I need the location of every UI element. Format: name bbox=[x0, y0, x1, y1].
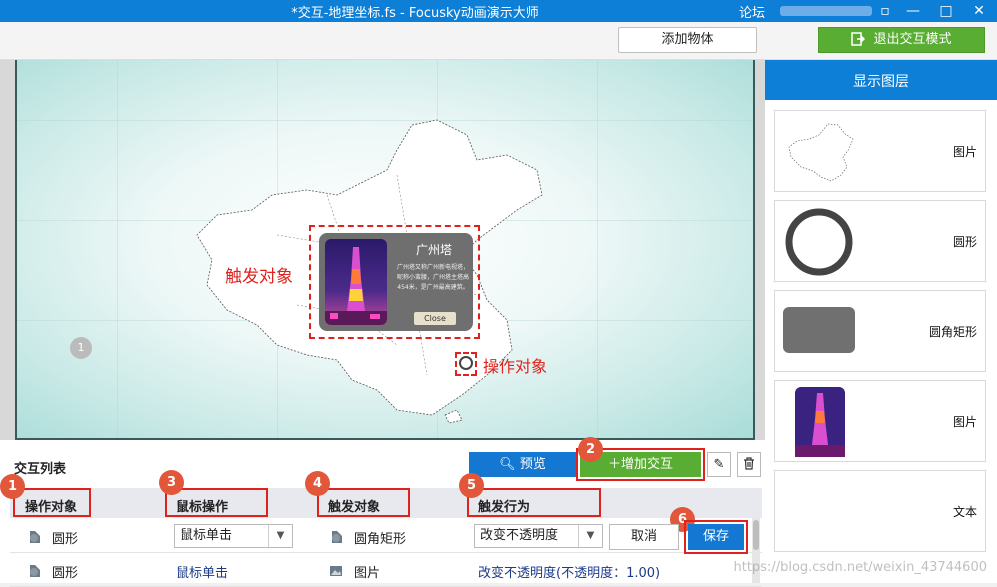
rounded-rect-popup[interactable]: 广州塔 广州塔又称广州新电视塔，昵称小蛮腰，广州塔主塔高454米，是广州最高建筑… bbox=[319, 233, 473, 331]
layer-name: 圆形 bbox=[953, 233, 977, 250]
canton-tower-image bbox=[325, 239, 387, 325]
edit-button[interactable]: ✎ bbox=[707, 452, 731, 477]
account-name-redacted[interactable] bbox=[780, 6, 872, 16]
popup-text: 广州塔又称广州新电视塔，昵称小蛮腰，广州塔主塔高454米，是广州最高建筑。 bbox=[395, 263, 471, 293]
layer-item[interactable]: 图片 bbox=[774, 110, 986, 192]
exit-icon bbox=[851, 32, 865, 46]
header-highlight bbox=[467, 488, 601, 517]
shape-icon bbox=[329, 530, 343, 544]
layers-list[interactable]: 图片 圆形 圆角矩形 图片 文本 bbox=[765, 100, 997, 583]
shape-icon bbox=[27, 530, 41, 544]
interaction-list-title: 交互列表 bbox=[14, 458, 66, 477]
step-badge: 5 bbox=[459, 473, 484, 498]
header-highlight bbox=[165, 488, 268, 517]
layer-name: 图片 bbox=[953, 143, 977, 160]
operation-object-value: 圆形 bbox=[52, 528, 78, 547]
layers-panel-title: 显示图层 bbox=[765, 60, 997, 100]
map-image-icon bbox=[783, 119, 863, 185]
watermark: https://blog.csdn.net/weixin_43744600 bbox=[733, 560, 987, 575]
mouse-action-select[interactable]: 鼠标单击 ▼ bbox=[174, 524, 293, 548]
cancel-button[interactable]: 取消 bbox=[609, 524, 679, 550]
page-number-badge[interactable]: 1 bbox=[70, 337, 92, 359]
pencil-icon: ✎ bbox=[714, 457, 725, 472]
add-object-button[interactable]: 添加物体 bbox=[618, 27, 757, 53]
trigger-object-label: 触发对象 bbox=[225, 262, 293, 287]
interaction-panel: 交互列表 🔍︎ 预览 ＋增加交互 ✎ 操作对象 鼠标操作 触发对象 触发行为 1… bbox=[0, 440, 765, 583]
scrollbar-thumb[interactable] bbox=[753, 520, 759, 550]
shape-icon bbox=[27, 564, 41, 578]
layer-item[interactable]: 圆角矩形 bbox=[774, 290, 986, 372]
close-button[interactable]: ✕ bbox=[970, 2, 988, 20]
popup-title: 广州塔 bbox=[399, 241, 469, 258]
trigger-behavior-select[interactable]: 改变不透明度 ▼ bbox=[474, 524, 603, 548]
canvas-area[interactable]: 广州塔 广州塔又称广州新电视塔，昵称小蛮腰，广州塔主塔高454米，是广州最高建筑… bbox=[0, 60, 765, 440]
layer-name: 圆角矩形 bbox=[929, 323, 977, 340]
restore-icon[interactable]: ▫ bbox=[876, 2, 894, 20]
title-bar: *交互-地理坐标.fs - Focusky动画演示大师 论坛 ▫ — □ ✕ bbox=[0, 0, 997, 22]
mouse-action-value: 鼠标单击 bbox=[180, 528, 232, 543]
circle-icon bbox=[783, 206, 855, 278]
header-highlight bbox=[13, 488, 91, 517]
exit-interaction-mode-button[interactable]: 退出交互模式 bbox=[818, 27, 985, 53]
layer-name: 图片 bbox=[953, 413, 977, 430]
slide-stage[interactable]: 广州塔 广州塔又称广州新电视塔，昵称小蛮腰，广州塔主塔高454米，是广州最高建筑… bbox=[15, 60, 755, 440]
window-title: *交互-地理坐标.fs - Focusky动画演示大师 bbox=[0, 2, 830, 21]
trash-icon bbox=[743, 457, 755, 470]
popup-close-button[interactable]: Close bbox=[414, 312, 456, 325]
step-badge: 4 bbox=[305, 471, 330, 496]
chevron-down-icon: ▼ bbox=[578, 525, 602, 547]
delete-button[interactable] bbox=[737, 452, 761, 477]
exit-interaction-label: 退出交互模式 bbox=[873, 32, 951, 47]
trigger-object-value: 圆角矩形 bbox=[354, 528, 406, 547]
step-badge: 1 bbox=[0, 474, 25, 499]
save-highlight bbox=[684, 520, 748, 554]
layer-name: 文本 bbox=[953, 503, 977, 520]
preview-button[interactable]: 🔍︎ 预览 bbox=[469, 452, 576, 477]
chevron-down-icon: ▼ bbox=[268, 525, 292, 547]
layers-panel: 显示图层 图片 圆形 圆角矩形 图片 bbox=[765, 60, 997, 583]
forum-link[interactable]: 论坛 bbox=[739, 2, 765, 21]
mouse-action-value: 鼠标单击 bbox=[176, 562, 228, 581]
rounded-rect-icon bbox=[783, 307, 855, 355]
tower-image-icon bbox=[795, 387, 845, 457]
operation-object-label: 操作对象 bbox=[483, 353, 547, 377]
circle-operation-object[interactable] bbox=[459, 356, 473, 370]
layer-item[interactable]: 圆形 bbox=[774, 200, 986, 282]
maximize-button[interactable]: □ bbox=[937, 2, 955, 20]
header-highlight bbox=[317, 488, 410, 517]
step-badge: 2 bbox=[578, 437, 603, 462]
step-badge: 3 bbox=[159, 470, 184, 495]
trigger-object-value: 图片 bbox=[354, 562, 380, 581]
trigger-behavior-value: 改变不透明度 bbox=[480, 528, 558, 543]
preview-label: 预览 bbox=[520, 457, 546, 472]
image-icon bbox=[329, 564, 343, 578]
minimize-button[interactable]: — bbox=[904, 2, 922, 20]
toolbar: 添加物体 退出交互模式 bbox=[0, 22, 997, 60]
layer-item[interactable]: 图片 bbox=[774, 380, 986, 462]
search-icon: 🔍︎ bbox=[499, 457, 516, 472]
layer-item[interactable]: 文本 bbox=[774, 470, 986, 552]
trigger-behavior-value: 改变不透明度(不透明度：1.00) bbox=[478, 562, 660, 581]
operation-object-value: 圆形 bbox=[52, 562, 78, 581]
